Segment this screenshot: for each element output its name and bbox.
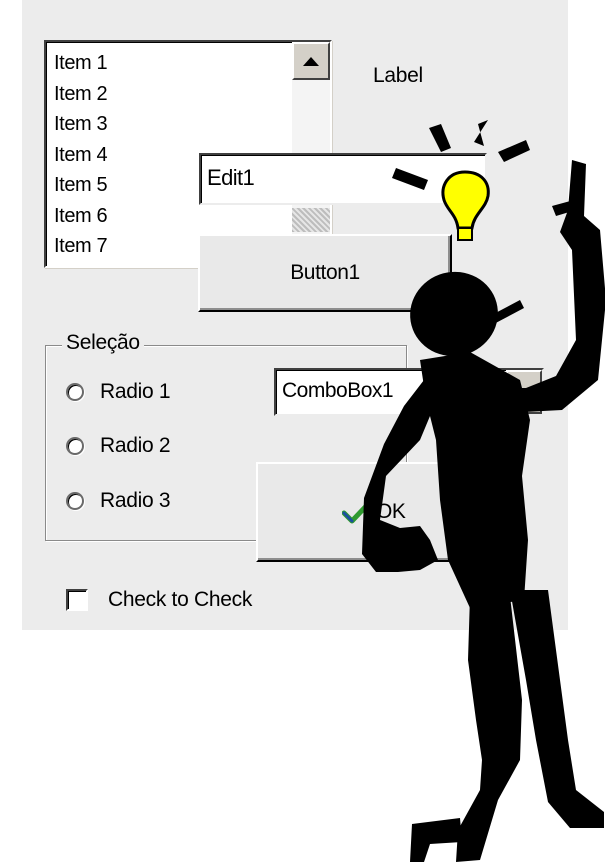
list-item[interactable]: Item 5 xyxy=(54,170,108,201)
listbox-items: Item 1 Item 2 Item 3 Item 4 Item 5 Item … xyxy=(54,48,108,262)
list-item[interactable]: Item 1 xyxy=(54,48,108,79)
groupbox-title: Seleção xyxy=(62,331,144,355)
radio-label: Radio 1 xyxy=(100,380,171,403)
check-to-check-checkbox[interactable]: Check to Check xyxy=(66,588,252,612)
button1[interactable]: Button1 xyxy=(198,234,452,312)
list-item[interactable]: Item 3 xyxy=(54,109,108,140)
checkmark-icon xyxy=(342,499,372,524)
radio-option-2[interactable]: Radio 2 xyxy=(66,434,171,458)
combobox-dropdown-button[interactable] xyxy=(506,370,542,414)
combobox[interactable]: ComboBox1 xyxy=(274,368,544,416)
list-item[interactable]: Item 7 xyxy=(54,231,108,262)
scroll-thumb[interactable] xyxy=(292,208,330,232)
list-item[interactable]: Item 6 xyxy=(54,201,108,232)
list-item[interactable]: Item 4 xyxy=(54,140,108,171)
checkbox-label: Check to Check xyxy=(108,588,253,611)
edit-field[interactable]: Edit1 xyxy=(199,153,487,205)
scroll-up-button[interactable] xyxy=(292,42,330,80)
radio-circle-icon xyxy=(66,492,84,510)
static-label: Label xyxy=(373,64,423,87)
arrow-down-icon xyxy=(516,387,532,397)
radio-label: Radio 3 xyxy=(100,489,171,512)
combobox-value: ComboBox1 xyxy=(282,379,394,402)
arrow-up-icon xyxy=(303,56,319,66)
ok-label: OK xyxy=(376,500,406,523)
radio-circle-icon xyxy=(66,383,84,401)
radio-option-1[interactable]: Radio 1 xyxy=(66,380,171,404)
list-item[interactable]: Item 2 xyxy=(54,79,108,110)
radio-circle-icon xyxy=(66,437,84,455)
radio-label: Radio 2 xyxy=(100,434,171,457)
radio-option-3[interactable]: Radio 3 xyxy=(66,489,171,513)
ok-button[interactable]: OK xyxy=(256,462,456,562)
checkbox-box-icon xyxy=(66,589,88,611)
